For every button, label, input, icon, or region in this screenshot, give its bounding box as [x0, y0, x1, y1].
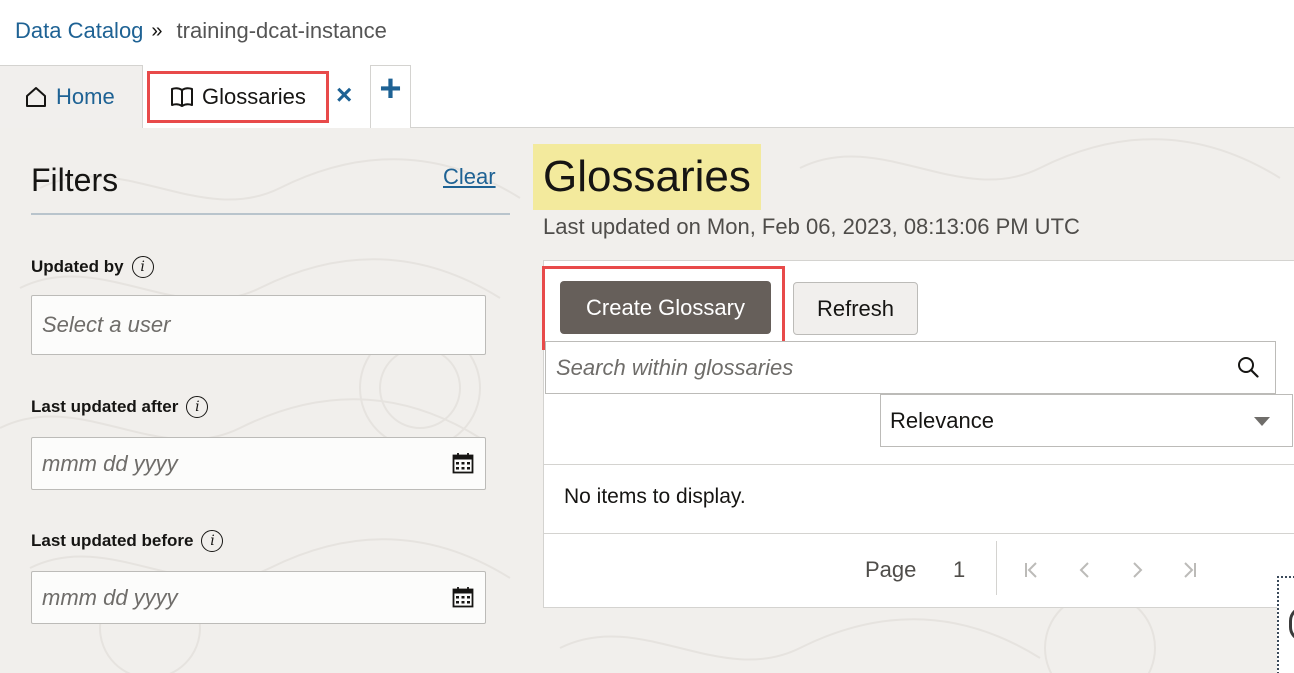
breadcrumb-data-catalog-link[interactable]: Data Catalog	[15, 18, 143, 44]
create-glossary-button[interactable]: Create Glossary	[560, 281, 771, 334]
page-number: 1	[953, 557, 966, 582]
divider	[544, 533, 1294, 534]
close-tab-icon[interactable]: ×	[336, 81, 352, 109]
tab-home[interactable]: Home	[0, 65, 143, 128]
refresh-button[interactable]: Refresh	[793, 282, 918, 335]
book-icon	[170, 86, 194, 108]
breadcrumb-current: training-dcat-instance	[176, 18, 387, 43]
updated-by-label: Updated by i	[31, 256, 154, 278]
updated-by-label-text: Updated by	[31, 257, 124, 276]
updated-by-select[interactable]: Select a user	[31, 295, 486, 355]
breadcrumb: Data Catalog » training-dcat-instance	[15, 18, 387, 44]
clear-filters-link[interactable]: Clear	[443, 164, 496, 190]
last-updated-before-label: Last updated before i	[31, 530, 224, 552]
info-icon[interactable]: i	[186, 396, 209, 418]
breadcrumb-separator: »	[151, 19, 163, 42]
help-launcher-icon	[1289, 606, 1294, 642]
calendar-icon[interactable]	[452, 452, 474, 480]
last-page-icon[interactable]	[1178, 559, 1200, 581]
page-label: Page	[865, 557, 917, 582]
info-icon[interactable]: i	[131, 256, 154, 278]
help-launcher-fragment[interactable]	[1277, 576, 1294, 673]
next-page-icon[interactable]	[1126, 559, 1148, 581]
pager-separator	[996, 541, 997, 595]
add-tab-button[interactable]: +	[370, 65, 411, 128]
search-placeholder: Search within glossaries	[556, 354, 794, 380]
tab-glossaries[interactable]: Glossaries ×	[143, 65, 370, 129]
tab-glossaries-label: Glossaries	[202, 84, 306, 109]
last-updated-after-input[interactable]: mmm dd yyyy	[31, 437, 486, 490]
page-title: Glossaries	[533, 144, 761, 210]
last-updated-before-label-text: Last updated before	[31, 531, 194, 550]
empty-message: No items to display.	[564, 485, 746, 508]
calendar-icon[interactable]	[452, 586, 474, 614]
sort-selected-value: Relevance	[890, 407, 994, 433]
glossaries-panel: Create Glossary Refresh Search within gl…	[542, 260, 1294, 608]
search-icon[interactable]	[1237, 356, 1259, 384]
tab-home-label: Home	[56, 84, 115, 109]
sort-select[interactable]: Relevance	[880, 394, 1293, 447]
content-area: Filters Clear Updated by i Select a user…	[0, 128, 1294, 673]
last-updated-after-label-text: Last updated after	[31, 397, 179, 416]
home-icon	[24, 85, 48, 109]
tab-bar: Home Glossaries × +	[0, 65, 1294, 129]
last-updated-before-placeholder: mmm dd yyyy	[42, 584, 178, 610]
chevron-down-icon	[1254, 417, 1270, 426]
last-updated-text: Last updated on Mon, Feb 06, 2023, 08:13…	[543, 214, 1080, 239]
divider	[544, 464, 1294, 465]
last-updated-after-label: Last updated after i	[31, 396, 209, 418]
filters-title: Filters	[31, 162, 119, 198]
tab-glossaries-highlight: Glossaries	[147, 71, 329, 123]
previous-page-icon[interactable]	[1074, 559, 1096, 581]
first-page-icon[interactable]	[1021, 559, 1043, 581]
updated-by-placeholder: Select a user	[42, 312, 171, 337]
info-icon[interactable]: i	[201, 530, 224, 552]
search-input[interactable]: Search within glossaries	[545, 341, 1276, 394]
last-updated-after-placeholder: mmm dd yyyy	[42, 450, 178, 476]
last-updated-before-input[interactable]: mmm dd yyyy	[31, 571, 486, 624]
filters-divider	[31, 213, 510, 215]
